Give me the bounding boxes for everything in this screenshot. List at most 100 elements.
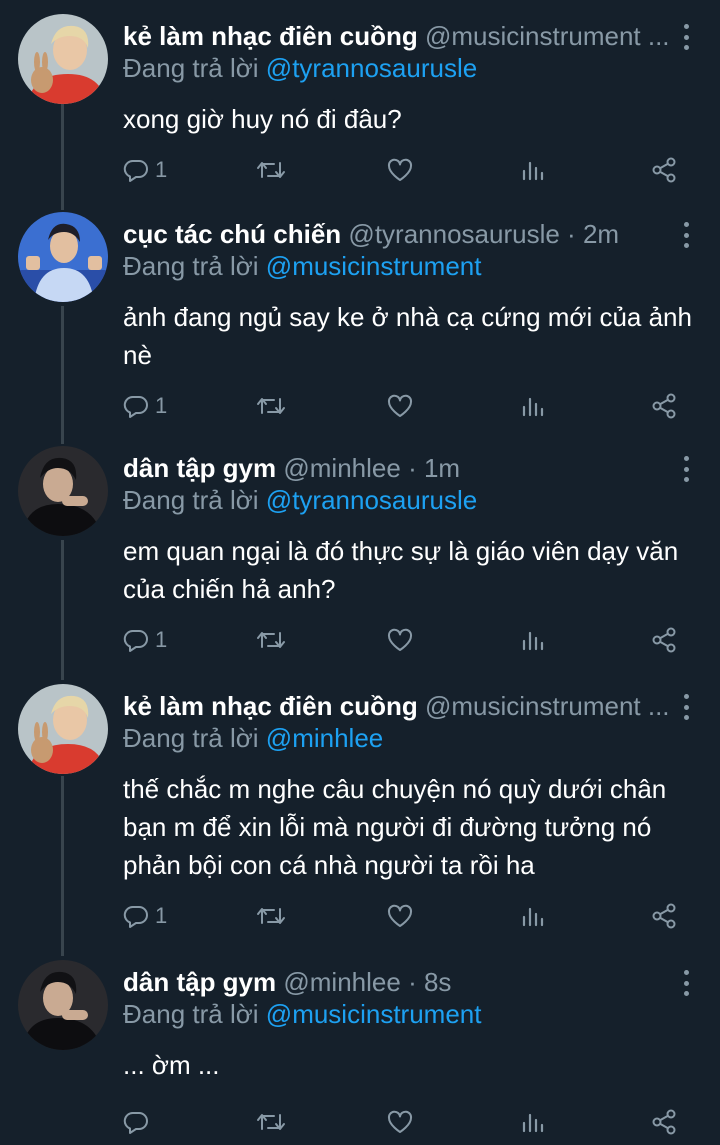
thread-line (61, 96, 64, 210)
tweet-header: dân tập gym @minhlee · 1m (123, 453, 461, 483)
avatar[interactable] (18, 684, 108, 774)
reply-prefix: Đang trả lời (123, 723, 259, 753)
like-icon (387, 904, 413, 927)
reply-mention[interactable]: @tyrannosaurusle (266, 53, 477, 83)
analytics-button[interactable] (519, 900, 545, 932)
share-icon (652, 1109, 676, 1135)
reply-mention[interactable]: @minhlee (266, 723, 383, 753)
like-button[interactable] (386, 1106, 414, 1138)
tweet-text: em quan ngại là đó thực sự là giáo viên … (123, 532, 693, 608)
like-icon (387, 394, 413, 417)
more-options-button[interactable] (682, 694, 690, 720)
reply-button[interactable]: 1 (123, 900, 167, 932)
analytics-icon (522, 907, 544, 927)
reply-mention[interactable]: @tyrannosaurusle (266, 485, 477, 515)
tweet-text-line: ... ờm ... (123, 1050, 220, 1080)
like-button[interactable] (386, 390, 414, 422)
user-handle[interactable]: @minhlee (283, 967, 400, 997)
tweet-text-line: xong giờ huy nó đi đâu? (123, 104, 402, 134)
tweet-text-line: bạn m để xin lỗi mà người đi đường tưởng… (123, 812, 652, 842)
share-button[interactable] (650, 900, 678, 932)
more-options-button[interactable] (682, 222, 690, 248)
analytics-icon (522, 1113, 544, 1133)
analytics-button[interactable] (519, 624, 545, 656)
avatar[interactable] (18, 14, 108, 104)
action-bar: 1 (123, 390, 693, 422)
tweet-text: xong giờ huy nó đi đâu? (123, 100, 693, 138)
avatar[interactable] (18, 446, 108, 536)
user-handle[interactable]: @minhlee (283, 453, 400, 483)
reply-icon (123, 905, 148, 928)
reply-button[interactable] (123, 1106, 155, 1138)
share-button[interactable] (650, 624, 678, 656)
thread-line (61, 540, 64, 680)
more-icon (683, 694, 689, 699)
tweet-time[interactable]: 8s (424, 967, 451, 997)
tweet-header: kẻ làm nhạc điên cuồng @musicinstrument … (123, 20, 680, 52)
tweet-header: cục tác chú chiến @tyrannosaurusle · 2m (123, 219, 620, 249)
replying-to: Đang trả lời @musicinstrument (123, 998, 481, 1030)
like-icon (387, 158, 413, 181)
user-handle[interactable]: @musicinstrument ... (425, 691, 670, 721)
display-name[interactable]: cục tác chú chiến (123, 219, 341, 249)
tweet-time[interactable]: 2m (583, 219, 619, 249)
action-bar (123, 1106, 693, 1138)
display-name[interactable]: dân tập gym (123, 967, 276, 997)
replying-to: Đang trả lời @minhlee (123, 722, 383, 754)
retweet-icon (257, 908, 285, 924)
user-handle[interactable]: @tyrannosaurusle (348, 219, 559, 249)
tweet-time[interactable]: 1m (424, 453, 460, 483)
reply-count: 1 (155, 903, 168, 928)
more-options-button[interactable] (682, 456, 690, 482)
reply-prefix: Đang trả lời (123, 999, 259, 1029)
reply-mention[interactable]: @musicinstrument (266, 999, 482, 1029)
reply-mention[interactable]: @musicinstrument (266, 251, 482, 281)
tweet-text-line: ảnh đang ngủ say ke ở nhà cạ cứng mới củ… (123, 302, 692, 332)
avatar[interactable] (18, 212, 108, 302)
tweet-text-line: em quan ngại là đó thực sự là giáo viên … (123, 536, 679, 566)
retweet-button[interactable] (256, 154, 286, 186)
reply-prefix: Đang trả lời (123, 53, 259, 83)
action-bar: 1 (123, 624, 693, 656)
reply-button[interactable]: 1 (123, 154, 167, 186)
analytics-button[interactable] (519, 390, 545, 422)
reply-button[interactable]: 1 (123, 390, 167, 422)
display-name[interactable]: dân tập gym (123, 453, 276, 483)
share-icon (652, 903, 676, 929)
analytics-icon (522, 631, 544, 651)
tweet-text-line: nè (123, 340, 152, 370)
retweet-button[interactable] (256, 390, 286, 422)
reply-icon (123, 629, 148, 652)
like-button[interactable] (386, 624, 414, 656)
tweet-text-line: thế chắc m nghe câu chuyện nó quỳ dưới c… (123, 774, 667, 804)
tweet-text: thế chắc m nghe câu chuyện nó quỳ dưới c… (123, 770, 693, 884)
reply-button[interactable]: 1 (123, 624, 167, 656)
share-button[interactable] (650, 390, 678, 422)
user-handle[interactable]: @musicinstrument ... (425, 21, 670, 51)
retweet-button[interactable] (256, 1106, 286, 1138)
action-bar: 1 (123, 154, 693, 186)
tweet-text: ... ờm ... (123, 1046, 693, 1084)
analytics-button[interactable] (519, 154, 545, 186)
thread-line (61, 776, 64, 956)
more-icon (683, 24, 689, 29)
more-options-button[interactable] (682, 970, 690, 996)
share-button[interactable] (650, 1106, 678, 1138)
share-button[interactable] (650, 154, 678, 186)
like-button[interactable] (386, 900, 414, 932)
analytics-button[interactable] (519, 1106, 545, 1138)
retweet-icon (257, 1114, 285, 1130)
reply-prefix: Đang trả lời (123, 251, 259, 281)
share-icon (652, 393, 676, 419)
retweet-button[interactable] (256, 900, 286, 932)
display-name[interactable]: kẻ làm nhạc điên cuồng (123, 691, 418, 721)
more-icon (683, 222, 689, 227)
like-button[interactable] (386, 154, 414, 186)
display-name[interactable]: kẻ làm nhạc điên cuồng (123, 21, 418, 51)
more-options-button[interactable] (682, 24, 690, 50)
reply-count: 1 (155, 393, 168, 418)
share-icon (652, 627, 676, 653)
retweet-button[interactable] (256, 624, 286, 656)
avatar[interactable] (18, 960, 108, 1050)
analytics-icon (522, 397, 544, 417)
